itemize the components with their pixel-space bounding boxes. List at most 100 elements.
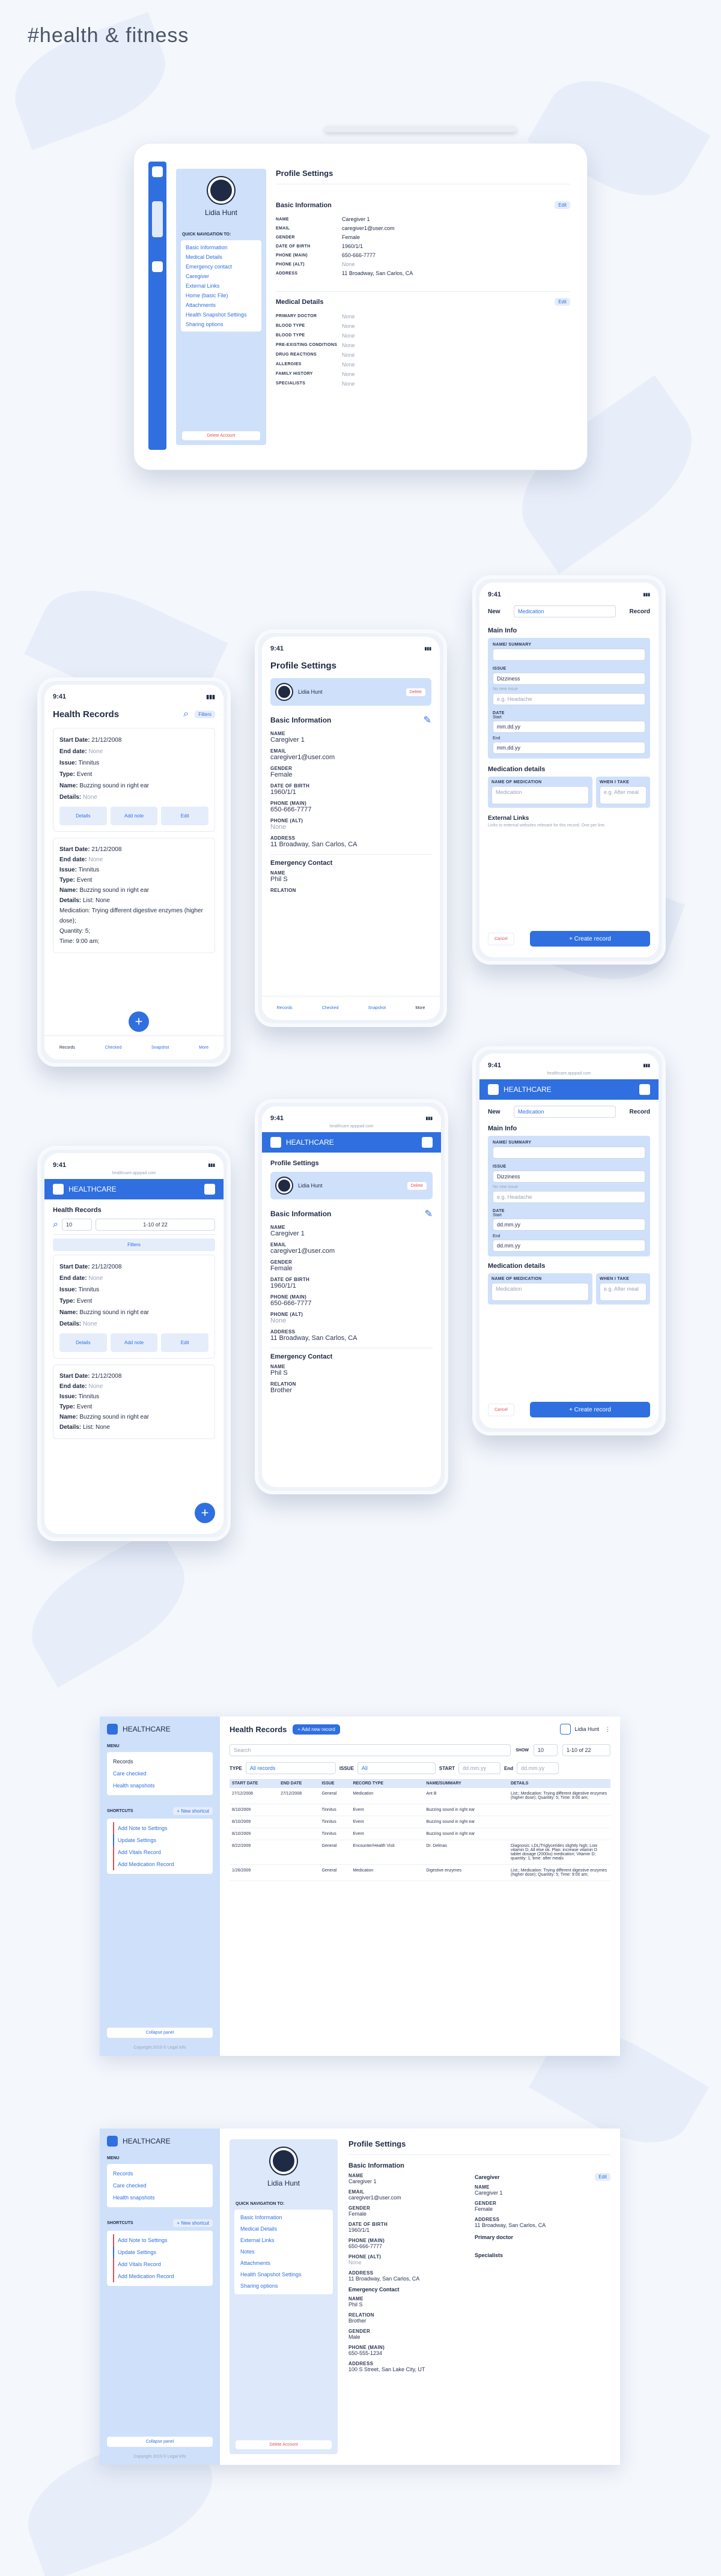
search-icon[interactable]: ⌕: [183, 709, 189, 720]
tab-records[interactable]: Records: [277, 1006, 293, 1010]
cancel-button[interactable]: Cancel: [488, 1403, 514, 1416]
issue-filter[interactable]: All: [357, 1762, 436, 1774]
filters-button[interactable]: Filters: [195, 710, 215, 718]
issue-select[interactable]: Dizziness: [493, 673, 645, 685]
menu-item-health-snapshots[interactable]: Health snapshots: [113, 2192, 207, 2204]
add-note-button[interactable]: Add note: [110, 807, 158, 825]
column-header[interactable]: END DATE: [278, 1779, 320, 1788]
shortcut-item[interactable]: Add Vitals Record: [113, 1846, 207, 1858]
menu-item-health-snapshots[interactable]: Health snapshots: [113, 1780, 207, 1792]
url-bar[interactable]: healthcare.apppad.com: [270, 1124, 433, 1129]
menu-item-care-checked[interactable]: Care checked: [113, 1768, 207, 1780]
table-row[interactable]: 27/12/2008 27/12/2008 General Medication Ant…: [230, 1788, 610, 1804]
collapse-panel-button[interactable]: Collapse panel: [107, 2028, 213, 2038]
record-type-select[interactable]: Medication: [514, 605, 616, 617]
edit-button[interactable]: Edit: [161, 807, 209, 825]
edit-button[interactable]: Edit: [555, 201, 570, 209]
add-note-button[interactable]: Add note: [110, 1333, 158, 1352]
filters-button[interactable]: Filters: [53, 1238, 215, 1251]
nav-item[interactable]: Home (basic File): [186, 291, 257, 300]
create-record-button[interactable]: + Create record: [530, 931, 650, 947]
tab-snapshot[interactable]: Snapshot: [151, 1046, 169, 1050]
tab-records[interactable]: Records: [59, 1046, 75, 1050]
create-record-button[interactable]: + Create record: [530, 1402, 650, 1417]
start-filter[interactable]: dd.mm.yy: [458, 1762, 500, 1774]
menu-item-records[interactable]: Records: [113, 2168, 207, 2180]
menu-icon[interactable]: [204, 1184, 215, 1195]
shortcut-item[interactable]: Add Vitals Record: [113, 2258, 207, 2270]
menu-item-records[interactable]: Records: [113, 1756, 207, 1768]
tab-more[interactable]: More: [415, 1006, 425, 1010]
add-icon[interactable]: [152, 261, 163, 272]
pagination[interactable]: 1-10 of 22: [95, 1219, 215, 1231]
new-issue-input[interactable]: e.g. Headache: [493, 693, 645, 705]
column-header[interactable]: START DATE: [230, 1779, 279, 1788]
tab-snapshot[interactable]: Snapshot: [368, 1006, 386, 1010]
add-record-fab[interactable]: +: [195, 1503, 215, 1523]
name-summary-input[interactable]: [493, 1147, 645, 1159]
end-date-input[interactable]: dd.mm.yy: [493, 1240, 645, 1252]
nav-item[interactable]: Emergency contact: [186, 262, 257, 271]
edit-icon[interactable]: ✎: [424, 714, 431, 726]
user-name[interactable]: Lidia Hunt: [574, 1726, 599, 1732]
medication-input[interactable]: Medication: [491, 786, 589, 804]
nav-item[interactable]: Notes: [240, 2246, 327, 2258]
search-icon[interactable]: ⌕: [53, 1219, 58, 1230]
edit-button[interactable]: Edit: [161, 1333, 209, 1352]
shortcut-item[interactable]: Add Medication Record: [113, 1858, 207, 1870]
delete-account-button[interactable]: Delete Account: [182, 431, 260, 440]
delete-account-button[interactable]: Delete Account: [236, 2440, 332, 2449]
edit-button[interactable]: Edit: [555, 298, 570, 306]
rail-menu[interactable]: [152, 201, 163, 237]
table-row[interactable]: 8/10/2009 Tinnitus Event Buzzing sound in r…: [230, 1828, 610, 1840]
shortcut-item[interactable]: Add Note to Settings: [113, 2234, 207, 2246]
shortcut-item[interactable]: Update Settings: [113, 1834, 207, 1846]
new-issue-input[interactable]: e.g. Headache: [493, 1191, 645, 1203]
start-date-input[interactable]: dd.mm.yy: [493, 1219, 645, 1231]
nav-item[interactable]: External Links: [240, 2235, 327, 2246]
column-header[interactable]: NAME/SUMMARY: [424, 1779, 508, 1788]
add-record-button[interactable]: + Add new record: [293, 1724, 340, 1735]
pagination[interactable]: 1-10 of 22: [562, 1744, 610, 1756]
nav-item[interactable]: Health Snapshot Settings: [186, 310, 257, 320]
menu-item-care-checked[interactable]: Care checked: [113, 2180, 207, 2192]
menu-icon[interactable]: [639, 1084, 650, 1095]
shortcut-item[interactable]: Add Note to Settings: [113, 1822, 207, 1834]
type-filter[interactable]: All records: [245, 1762, 336, 1774]
tab-checked[interactable]: Checked: [322, 1006, 339, 1010]
new-shortcut-button[interactable]: + New shortcut: [173, 1807, 213, 1815]
medication-input[interactable]: Medication: [491, 1283, 589, 1301]
end-date-input[interactable]: mm.dd.yy: [493, 742, 645, 754]
nav-item[interactable]: External Links: [186, 281, 257, 291]
nav-item[interactable]: Attachments: [240, 2258, 327, 2269]
name-summary-input[interactable]: [493, 649, 645, 661]
url-bar[interactable]: healthcare.apppad.com: [488, 1071, 650, 1076]
column-header[interactable]: DETAILS: [508, 1779, 610, 1788]
nav-item[interactable]: Basic Information: [240, 2212, 327, 2223]
table-row[interactable]: 8/10/2009 Tinnitus Event Buzzing sound in r…: [230, 1804, 610, 1816]
edit-icon[interactable]: ✎: [425, 1208, 433, 1220]
collapse-panel-button[interactable]: Collapse panel: [107, 2437, 213, 2447]
start-date-input[interactable]: mm.dd.yy: [493, 721, 645, 733]
nav-item[interactable]: Basic Information: [186, 243, 257, 252]
column-header[interactable]: RECORD TYPE: [350, 1779, 424, 1788]
delete-button[interactable]: Delete: [406, 688, 425, 696]
search-input[interactable]: Search: [230, 1744, 511, 1756]
menu-icon[interactable]: [422, 1137, 433, 1148]
user-icon[interactable]: [560, 1724, 571, 1735]
delete-button[interactable]: Delete: [407, 1181, 427, 1190]
shortcut-item[interactable]: Add Medication Record: [113, 2270, 207, 2282]
table-row[interactable]: 8/10/2009 Tinnitus Event Buzzing sound in r…: [230, 1816, 610, 1828]
edit-button[interactable]: Edit: [595, 2173, 610, 2181]
details-button[interactable]: Details: [59, 1333, 107, 1352]
cancel-button[interactable]: Cancel: [488, 932, 514, 945]
new-shortcut-button[interactable]: + New shortcut: [173, 2219, 213, 2227]
add-record-fab[interactable]: +: [129, 1011, 149, 1032]
nav-item[interactable]: Caregiver: [186, 271, 257, 281]
table-row[interactable]: 1/26/2009 General Medication Digestive enzy…: [230, 1864, 610, 1881]
nav-item[interactable]: Medical Details: [240, 2223, 327, 2235]
end-filter[interactable]: dd.mm.yy: [517, 1762, 559, 1774]
nav-item[interactable]: Attachments: [186, 300, 257, 310]
when-take-input[interactable]: e.g. After meal: [600, 1283, 646, 1301]
when-take-input[interactable]: e.g. After meal: [600, 786, 646, 804]
